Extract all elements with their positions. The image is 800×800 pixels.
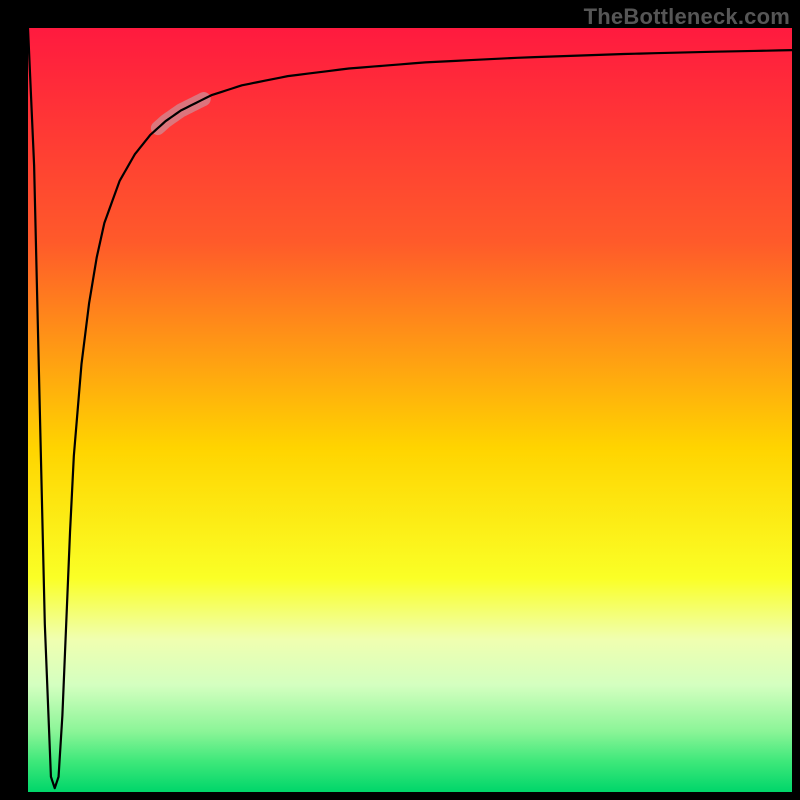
bottleneck-chart-frame: TheBottleneck.com [0,0,800,800]
plot-background [28,28,792,792]
watermark-text: TheBottleneck.com [584,4,790,30]
bottleneck-curve-chart [0,0,800,800]
